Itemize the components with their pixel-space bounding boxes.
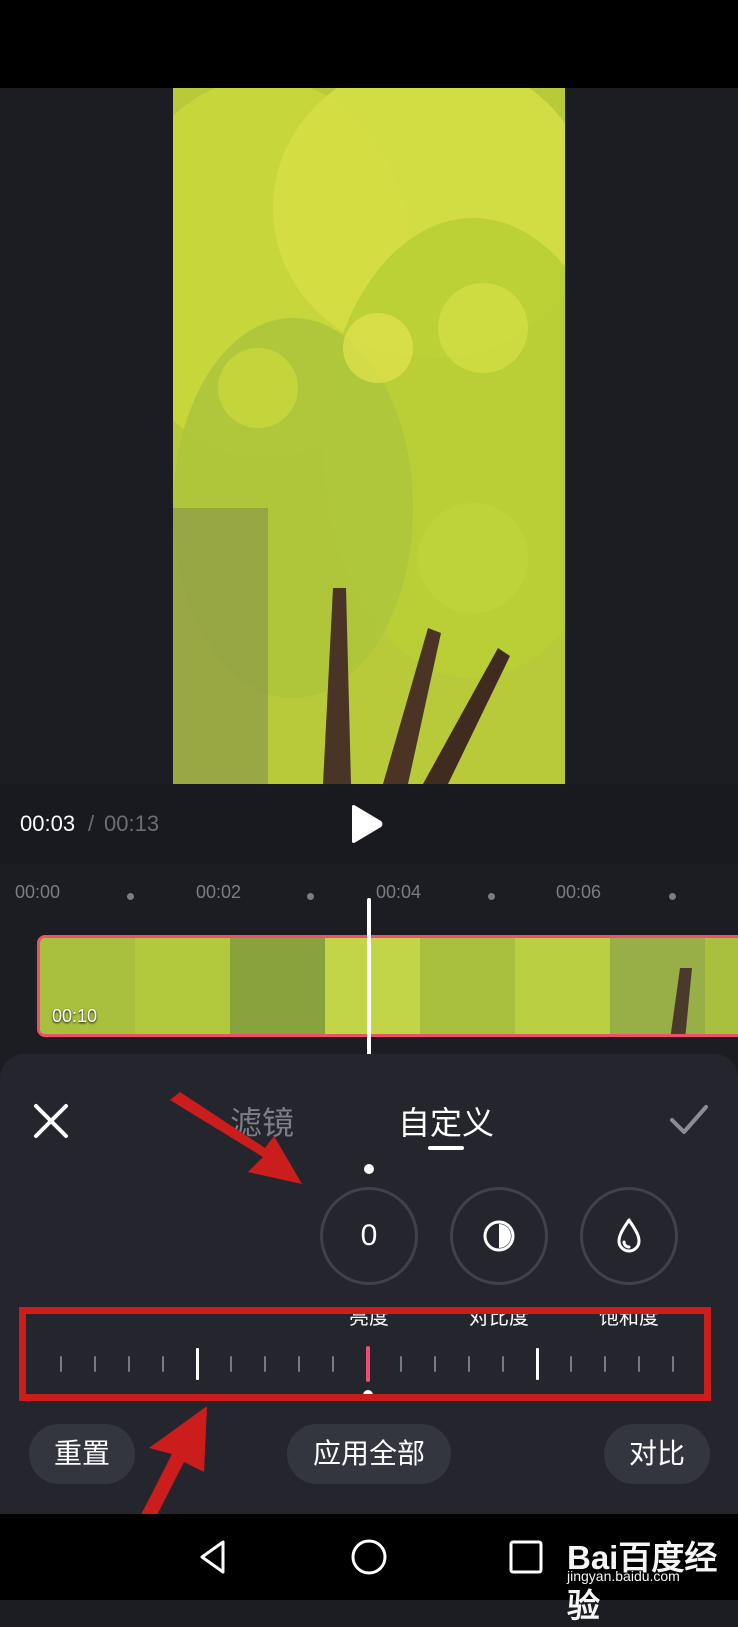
playhead[interactable] <box>367 898 371 1056</box>
tab-custom[interactable]: 自定义 <box>398 1098 494 1144</box>
slider-tick <box>400 1356 402 1372</box>
slider-knob[interactable] <box>363 1390 373 1400</box>
contrast-tool[interactable]: 对比度 <box>450 1187 548 1330</box>
slider-tick <box>230 1356 232 1372</box>
ruler-dot <box>307 893 314 900</box>
saturation-drop-icon <box>617 1218 641 1253</box>
watermark-site: jingyan.baidu.com <box>567 1568 680 1584</box>
slider-tick <box>570 1356 572 1372</box>
contrast-icon <box>483 1220 515 1252</box>
ruler-dot <box>127 893 134 900</box>
back-icon[interactable] <box>190 1534 236 1580</box>
saturation-tool[interactable]: 饱和度 <box>580 1187 678 1330</box>
slider-tick <box>162 1356 164 1372</box>
ruler-dot <box>488 893 495 900</box>
video-preview-frame <box>173 88 565 784</box>
slider-tick <box>60 1356 62 1372</box>
slider-tick <box>264 1356 266 1372</box>
play-button[interactable] <box>348 804 384 844</box>
close-icon[interactable] <box>30 1100 72 1142</box>
ruler-dot <box>669 893 676 900</box>
clip-duration-label: 00:10 <box>52 1006 98 1026</box>
slider-tick <box>672 1356 674 1372</box>
clip-thumbnail-strip <box>40 938 738 1034</box>
reset-button[interactable]: 重置 <box>29 1424 135 1484</box>
slider-tick <box>94 1356 96 1372</box>
brightness-circle: 0 <box>320 1187 418 1285</box>
confirm-check-icon[interactable] <box>668 1102 710 1138</box>
slider-tick <box>468 1356 470 1372</box>
slider-tick <box>638 1356 640 1372</box>
slider-tick <box>128 1356 130 1372</box>
recent-apps-icon[interactable] <box>503 1534 549 1580</box>
slider-tick <box>332 1356 334 1372</box>
slider-tick <box>434 1356 436 1372</box>
video-preview-area <box>0 88 738 784</box>
time-separator: / <box>88 811 95 836</box>
saturation-circle <box>580 1187 678 1285</box>
ruler-tick-label: 00:06 <box>556 882 602 902</box>
playback-bar: 00:03 / 00:13 <box>0 784 738 864</box>
selected-tool-dot <box>364 1164 374 1174</box>
brightness-tool[interactable]: 0 亮度 <box>320 1187 418 1330</box>
slider-tick <box>502 1356 504 1372</box>
baidu-watermark: Bai百度经验 jingyan.baidu.com <box>567 1531 732 1624</box>
current-time: 00:03 <box>20 811 76 836</box>
contrast-circle <box>450 1187 548 1285</box>
brightness-value: 0 <box>360 1219 378 1252</box>
ruler-tick-label: 00:00 <box>15 882 61 902</box>
compare-button[interactable]: 对比 <box>604 1424 710 1484</box>
total-time: 00:13 <box>104 811 160 836</box>
video-clip-track[interactable]: 00:10 <box>37 935 738 1037</box>
apply-all-button[interactable]: 应用全部 <box>287 1424 451 1484</box>
slider-major-tick <box>536 1348 539 1380</box>
tree-foliage-preview <box>173 88 565 784</box>
slider-major-tick <box>196 1348 199 1380</box>
ruler-tick-label: 00:02 <box>196 882 242 902</box>
slider-tick <box>298 1356 300 1372</box>
active-tab-indicator <box>428 1146 464 1150</box>
home-icon[interactable] <box>346 1534 392 1580</box>
ruler-tick-label: 00:04 <box>376 882 422 902</box>
slider-tick <box>604 1356 606 1372</box>
adjustment-slider[interactable] <box>30 1324 712 1400</box>
top-status-area <box>0 0 738 88</box>
slider-current-indicator <box>366 1346 370 1382</box>
red-arrow-annotation <box>170 1092 302 1184</box>
